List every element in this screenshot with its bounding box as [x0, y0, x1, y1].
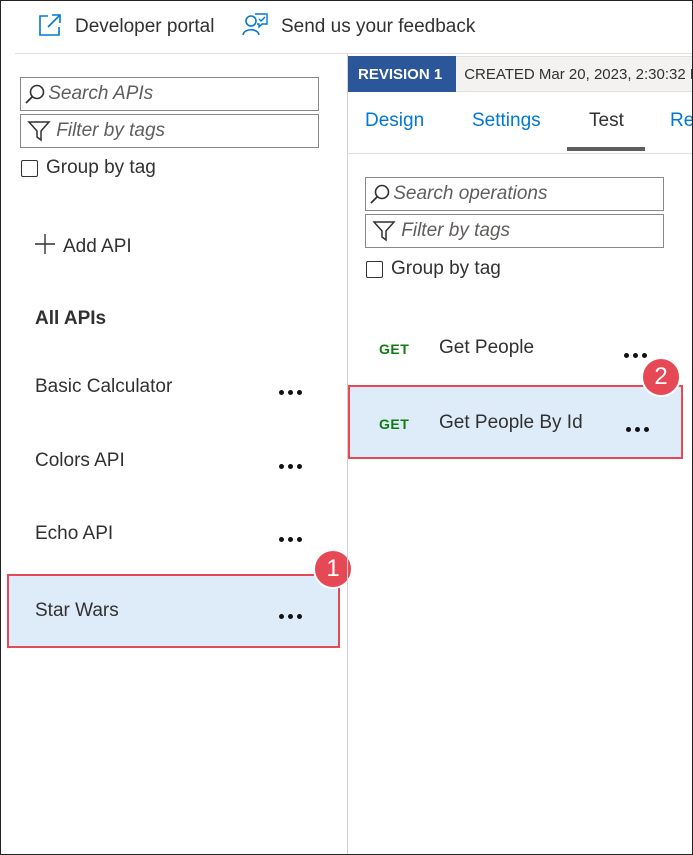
more-icon[interactable]: [275, 380, 305, 404]
search-icon: [21, 83, 48, 105]
active-tab-indicator: [567, 147, 645, 151]
add-api-button[interactable]: Add API: [33, 232, 132, 261]
feedback-button[interactable]: Send us your feedback: [241, 11, 475, 43]
revision-bar: REVISION 1 CREATED Mar 20, 2023, 2:30:32…: [348, 56, 692, 92]
api-item-label: Echo API: [35, 523, 114, 544]
group-by-tag-label: Group by tag: [391, 258, 501, 279]
developer-portal-button[interactable]: Developer portal: [37, 11, 214, 43]
http-method-badge: GET: [379, 416, 410, 432]
add-api-label: Add API: [63, 235, 132, 257]
api-item-star-wars[interactable]: Star Wars: [7, 574, 340, 648]
app-frame: Developer portal Send us your feedback S…: [0, 0, 693, 855]
filter-apis-field[interactable]: [20, 114, 319, 148]
filter-icon: [21, 120, 56, 142]
group-by-tag-row: Group by tag: [21, 157, 156, 179]
filter-operations-input[interactable]: [401, 220, 663, 242]
more-icon[interactable]: [275, 604, 305, 628]
feedback-label: Send us your feedback: [281, 16, 476, 37]
operation-label: Get People By Id: [439, 412, 583, 433]
group-by-tag-row: Group by tag: [366, 258, 501, 280]
group-by-tag-checkbox[interactable]: [366, 260, 383, 278]
operation-label: Get People: [439, 337, 535, 358]
search-operations-input[interactable]: [393, 183, 663, 205]
all-apis-heading[interactable]: All APIs: [35, 308, 106, 330]
http-method-badge: GET: [379, 341, 410, 357]
toolbar: Developer portal Send us your feedback: [1, 1, 692, 53]
search-icon: [366, 183, 393, 205]
plus-icon: [33, 232, 57, 261]
search-apis-field[interactable]: [20, 77, 319, 111]
operation-get-people-by-id[interactable]: GET Get People By Id: [348, 385, 683, 459]
more-icon[interactable]: [275, 527, 305, 551]
api-item-label: Colors API: [35, 450, 125, 471]
tab-test[interactable]: Test: [589, 110, 624, 132]
api-item-label: Basic Calculator: [35, 376, 173, 397]
more-icon[interactable]: [622, 417, 652, 441]
tab-revisions[interactable]: Revisions: [670, 110, 692, 132]
api-item-label: Star Wars: [35, 600, 119, 621]
external-link-icon: [37, 12, 63, 43]
operations-pane: REVISION 1 CREATED Mar 20, 2023, 2:30:32…: [348, 54, 692, 854]
feedback-icon: [241, 11, 269, 44]
api-item-echo-api[interactable]: Echo API: [7, 499, 340, 571]
filter-apis-input[interactable]: [56, 120, 318, 142]
search-apis-input[interactable]: [48, 83, 318, 105]
more-icon[interactable]: [275, 454, 305, 478]
tab-design[interactable]: Design: [365, 110, 424, 132]
filter-icon: [366, 220, 401, 242]
group-by-tag-checkbox[interactable]: [21, 159, 38, 177]
callout-badge-2: 2: [641, 357, 681, 397]
filter-operations-field[interactable]: [365, 214, 664, 248]
search-operations-field[interactable]: [365, 177, 664, 211]
tab-bar: Design Settings Test Revisions: [348, 94, 692, 154]
api-item-basic-calculator[interactable]: Basic Calculator: [7, 352, 340, 424]
api-list-pane: Group by tag Add API All APIs Basic Calc…: [1, 54, 341, 854]
tab-settings[interactable]: Settings: [472, 110, 541, 132]
revision-created: CREATED Mar 20, 2023, 2:30:32 PM: [456, 56, 692, 92]
revision-badge[interactable]: REVISION 1: [348, 56, 457, 92]
group-by-tag-label: Group by tag: [46, 157, 156, 178]
api-item-colors-api[interactable]: Colors API: [7, 426, 340, 498]
operation-get-people[interactable]: GET Get People: [348, 313, 683, 387]
developer-portal-label: Developer portal: [75, 16, 215, 37]
